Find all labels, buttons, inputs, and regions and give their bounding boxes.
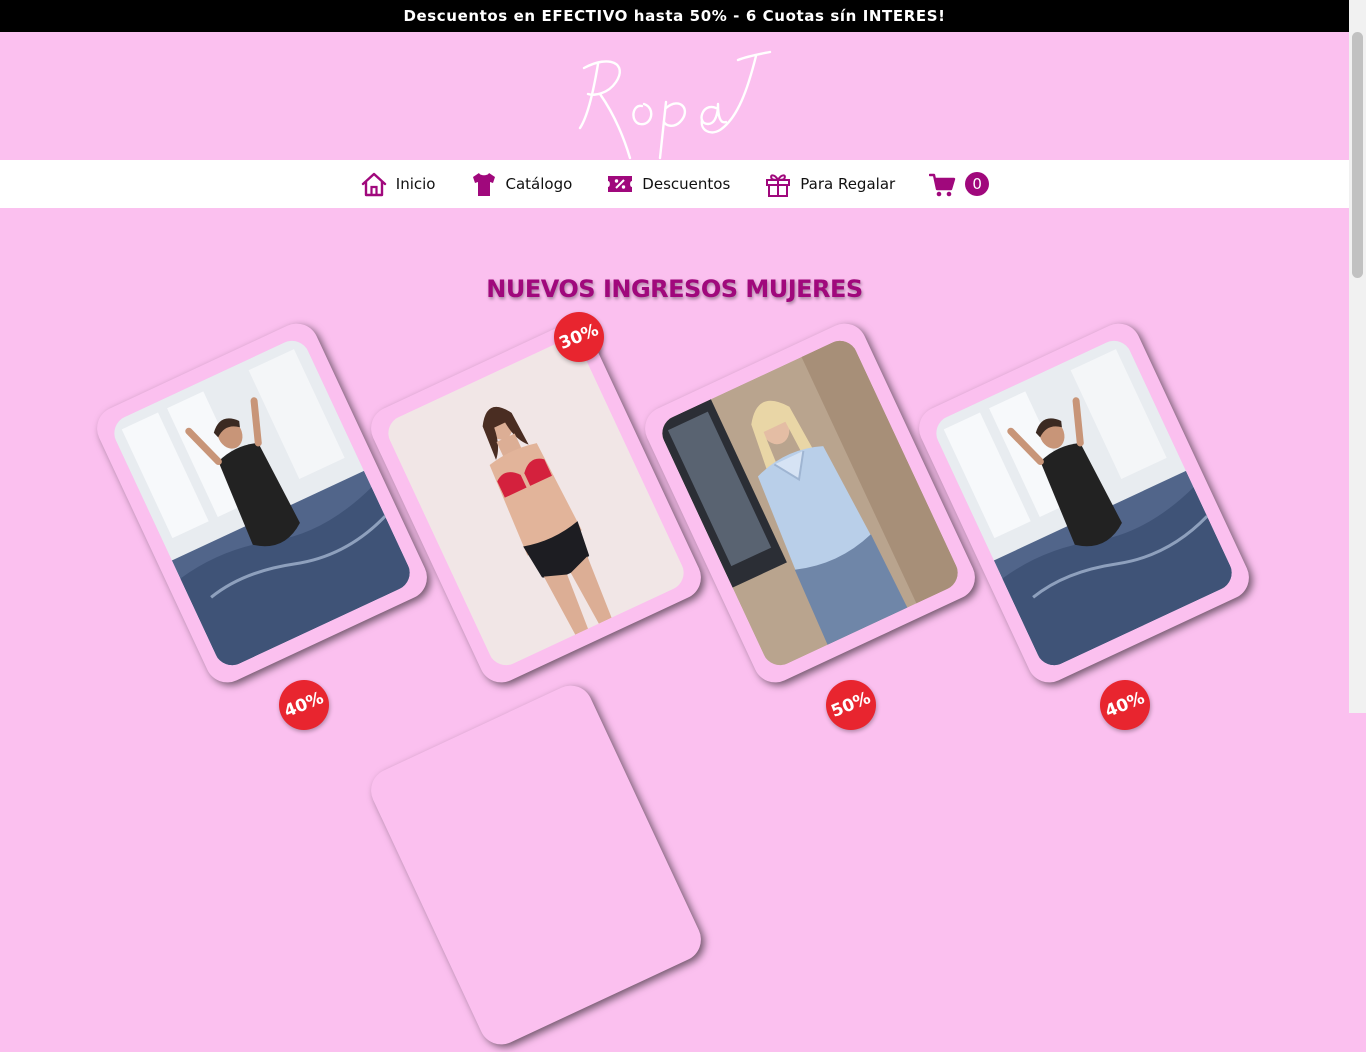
- discount-badge-label: 50%: [828, 688, 874, 722]
- nav-item-label: Para Regalar: [800, 175, 896, 193]
- cart-icon: [929, 173, 956, 197]
- discount-badge: 50%: [818, 672, 884, 738]
- tshirt-icon: [472, 173, 495, 196]
- section-title: NUEVOS INGRESOS MUJERES: [486, 274, 863, 303]
- nav-item-catalogo[interactable]: Catálogo: [470, 170, 573, 198]
- nav-item-label: Descuentos: [642, 175, 731, 193]
- gift-icon: [766, 174, 791, 197]
- product-image[interactable]: [382, 334, 690, 672]
- nav-item-label: Inicio: [395, 175, 436, 193]
- discount-badge: 40%: [271, 672, 337, 738]
- product-image[interactable]: [930, 334, 1238, 672]
- product-card[interactable]: [637, 316, 983, 690]
- percent-ticket-icon: [608, 176, 633, 192]
- discount-badge-label: 40%: [1102, 688, 1148, 722]
- cart-button[interactable]: 0: [929, 170, 990, 198]
- discount-badge-label: 40%: [281, 688, 327, 722]
- site-header: [0, 32, 1349, 160]
- promo-bar: Descuentos en EFECTIVO hasta 50% - 6 Cuo…: [0, 0, 1349, 32]
- cart-count-badge: 0: [965, 172, 990, 196]
- nav-item-label: Catálogo: [505, 175, 573, 193]
- product-photo-icon: [930, 334, 1238, 672]
- product-image[interactable]: [656, 334, 964, 672]
- promo-text: Descuentos en EFECTIVO hasta 50% - 6 Cuo…: [403, 7, 946, 25]
- logo[interactable]: [570, 38, 780, 162]
- nav-item-inicio[interactable]: Inicio: [360, 170, 436, 198]
- main-nav: Inicio Catálogo Descuentos Para Regalar: [0, 160, 1349, 208]
- product-photo-icon: [656, 334, 964, 672]
- product-photo-icon: [108, 334, 416, 672]
- product-photo-icon: [382, 334, 690, 672]
- product-image[interactable]: [108, 334, 416, 672]
- home-icon: [361, 172, 386, 197]
- vertical-scrollbar[interactable]: [1349, 0, 1366, 713]
- product-card[interactable]: [363, 678, 709, 1052]
- product-card[interactable]: [89, 316, 435, 690]
- discount-badge-label: 30%: [556, 320, 602, 354]
- scrollbar-thumb[interactable]: [1352, 32, 1363, 278]
- nav-item-descuentos[interactable]: Descuentos: [606, 170, 730, 198]
- product-card[interactable]: [363, 316, 709, 690]
- logo-icon: [578, 50, 772, 160]
- nav-item-para-regalar[interactable]: Para Regalar: [764, 170, 895, 198]
- product-card[interactable]: [911, 316, 1257, 690]
- discount-badge: 40%: [1092, 672, 1158, 738]
